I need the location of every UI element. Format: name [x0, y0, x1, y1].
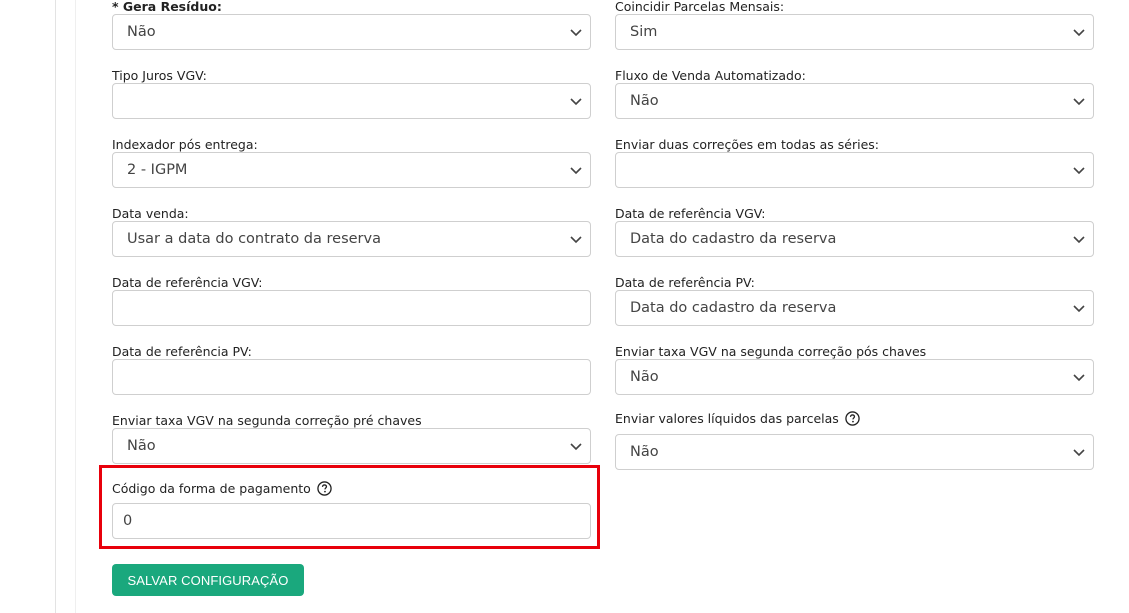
data-ref-pv-input[interactable]: [112, 359, 591, 395]
indexador-label: Indexador pós entrega:: [112, 137, 258, 152]
taxa-vgv-pos-chaves-value: Não: [630, 369, 659, 385]
data-venda-label: Data venda:: [112, 206, 189, 221]
data-ref-vgv-input[interactable]: [112, 290, 591, 326]
chevron-down-icon: [1073, 305, 1085, 313]
data-ref-vgv-select-label: Data de referência VGV:: [615, 206, 766, 221]
data-ref-pv-input-label: Data de referência PV:: [112, 344, 252, 359]
chevron-down-icon: [570, 98, 582, 106]
valores-liquidos-select[interactable]: Não: [615, 434, 1094, 470]
gera-residuo-label: * Gera Resíduo:: [112, 0, 222, 14]
data-venda-value: Usar a data do contrato da reserva: [127, 231, 381, 247]
chevron-down-icon: [1073, 167, 1085, 175]
codigo-forma-pagamento-value: 0: [123, 513, 133, 529]
codigo-forma-pagamento-input[interactable]: 0: [112, 503, 591, 539]
chevron-down-icon: [570, 236, 582, 244]
chevron-down-icon: [1073, 236, 1085, 244]
data-venda-select[interactable]: Usar a data do contrato da reserva: [112, 221, 591, 257]
codigo-forma-pagamento-label: Código da forma de pagamento: [112, 481, 311, 496]
data-ref-pv-select-label: Data de referência PV:: [615, 275, 755, 290]
chevron-down-icon: [570, 29, 582, 37]
help-circle-icon[interactable]: [317, 481, 332, 496]
duas-correcoes-select[interactable]: [615, 152, 1094, 188]
tipo-juros-vgv-label: Tipo Juros VGV:: [112, 68, 207, 83]
coincidir-parcelas-select[interactable]: Sim: [615, 14, 1094, 50]
save-configuration-button[interactable]: SALVAR CONFIGURAÇÃO: [112, 564, 304, 596]
chevron-down-icon: [1073, 29, 1085, 37]
indexador-value: 2 - IGPM: [127, 162, 188, 178]
chevron-down-icon: [570, 443, 582, 451]
data-ref-pv-select[interactable]: Data do cadastro da reserva: [615, 290, 1094, 326]
fluxo-venda-value: Não: [630, 93, 659, 109]
tipo-juros-vgv-select[interactable]: [112, 83, 591, 119]
chevron-down-icon: [1073, 98, 1085, 106]
help-circle-icon[interactable]: [845, 411, 860, 426]
valores-liquidos-value: Não: [630, 444, 659, 460]
data-ref-vgv-select[interactable]: Data do cadastro da reserva: [615, 221, 1094, 257]
fluxo-venda-select[interactable]: Não: [615, 83, 1094, 119]
chevron-down-icon: [1073, 374, 1085, 382]
left-border-line: [55, 0, 56, 613]
coincidir-parcelas-value: Sim: [630, 24, 658, 40]
valores-liquidos-label: Enviar valores líquidos das parcelas: [615, 411, 839, 426]
data-ref-pv-select-value: Data do cadastro da reserva: [630, 300, 837, 316]
chevron-down-icon: [1073, 449, 1085, 457]
taxa-vgv-pre-chaves-value: Não: [127, 438, 156, 454]
coincidir-parcelas-label: Coincidir Parcelas Mensais:: [615, 0, 785, 14]
gera-residuo-select[interactable]: Não: [112, 14, 591, 50]
fluxo-venda-label: Fluxo de Venda Automatizado:: [615, 68, 806, 83]
chevron-down-icon: [570, 167, 582, 175]
taxa-vgv-pos-chaves-label: Enviar taxa VGV na segunda correção pós …: [615, 344, 927, 359]
data-ref-vgv-select-value: Data do cadastro da reserva: [630, 231, 837, 247]
taxa-vgv-pre-chaves-label: Enviar taxa VGV na segunda correção pré …: [112, 413, 422, 428]
valores-liquidos-label-row: Enviar valores líquidos das parcelas: [615, 411, 860, 426]
content-border-line: [75, 0, 76, 613]
duas-correcoes-label: Enviar duas correções em todas as séries…: [615, 137, 880, 152]
codigo-forma-pagamento-label-row: Código da forma de pagamento: [112, 481, 332, 496]
gera-residuo-value: Não: [127, 24, 156, 40]
taxa-vgv-pre-chaves-select[interactable]: Não: [112, 428, 591, 464]
indexador-select[interactable]: 2 - IGPM: [112, 152, 591, 188]
data-ref-vgv-input-label: Data de referência VGV:: [112, 275, 263, 290]
taxa-vgv-pos-chaves-select[interactable]: Não: [615, 359, 1094, 395]
